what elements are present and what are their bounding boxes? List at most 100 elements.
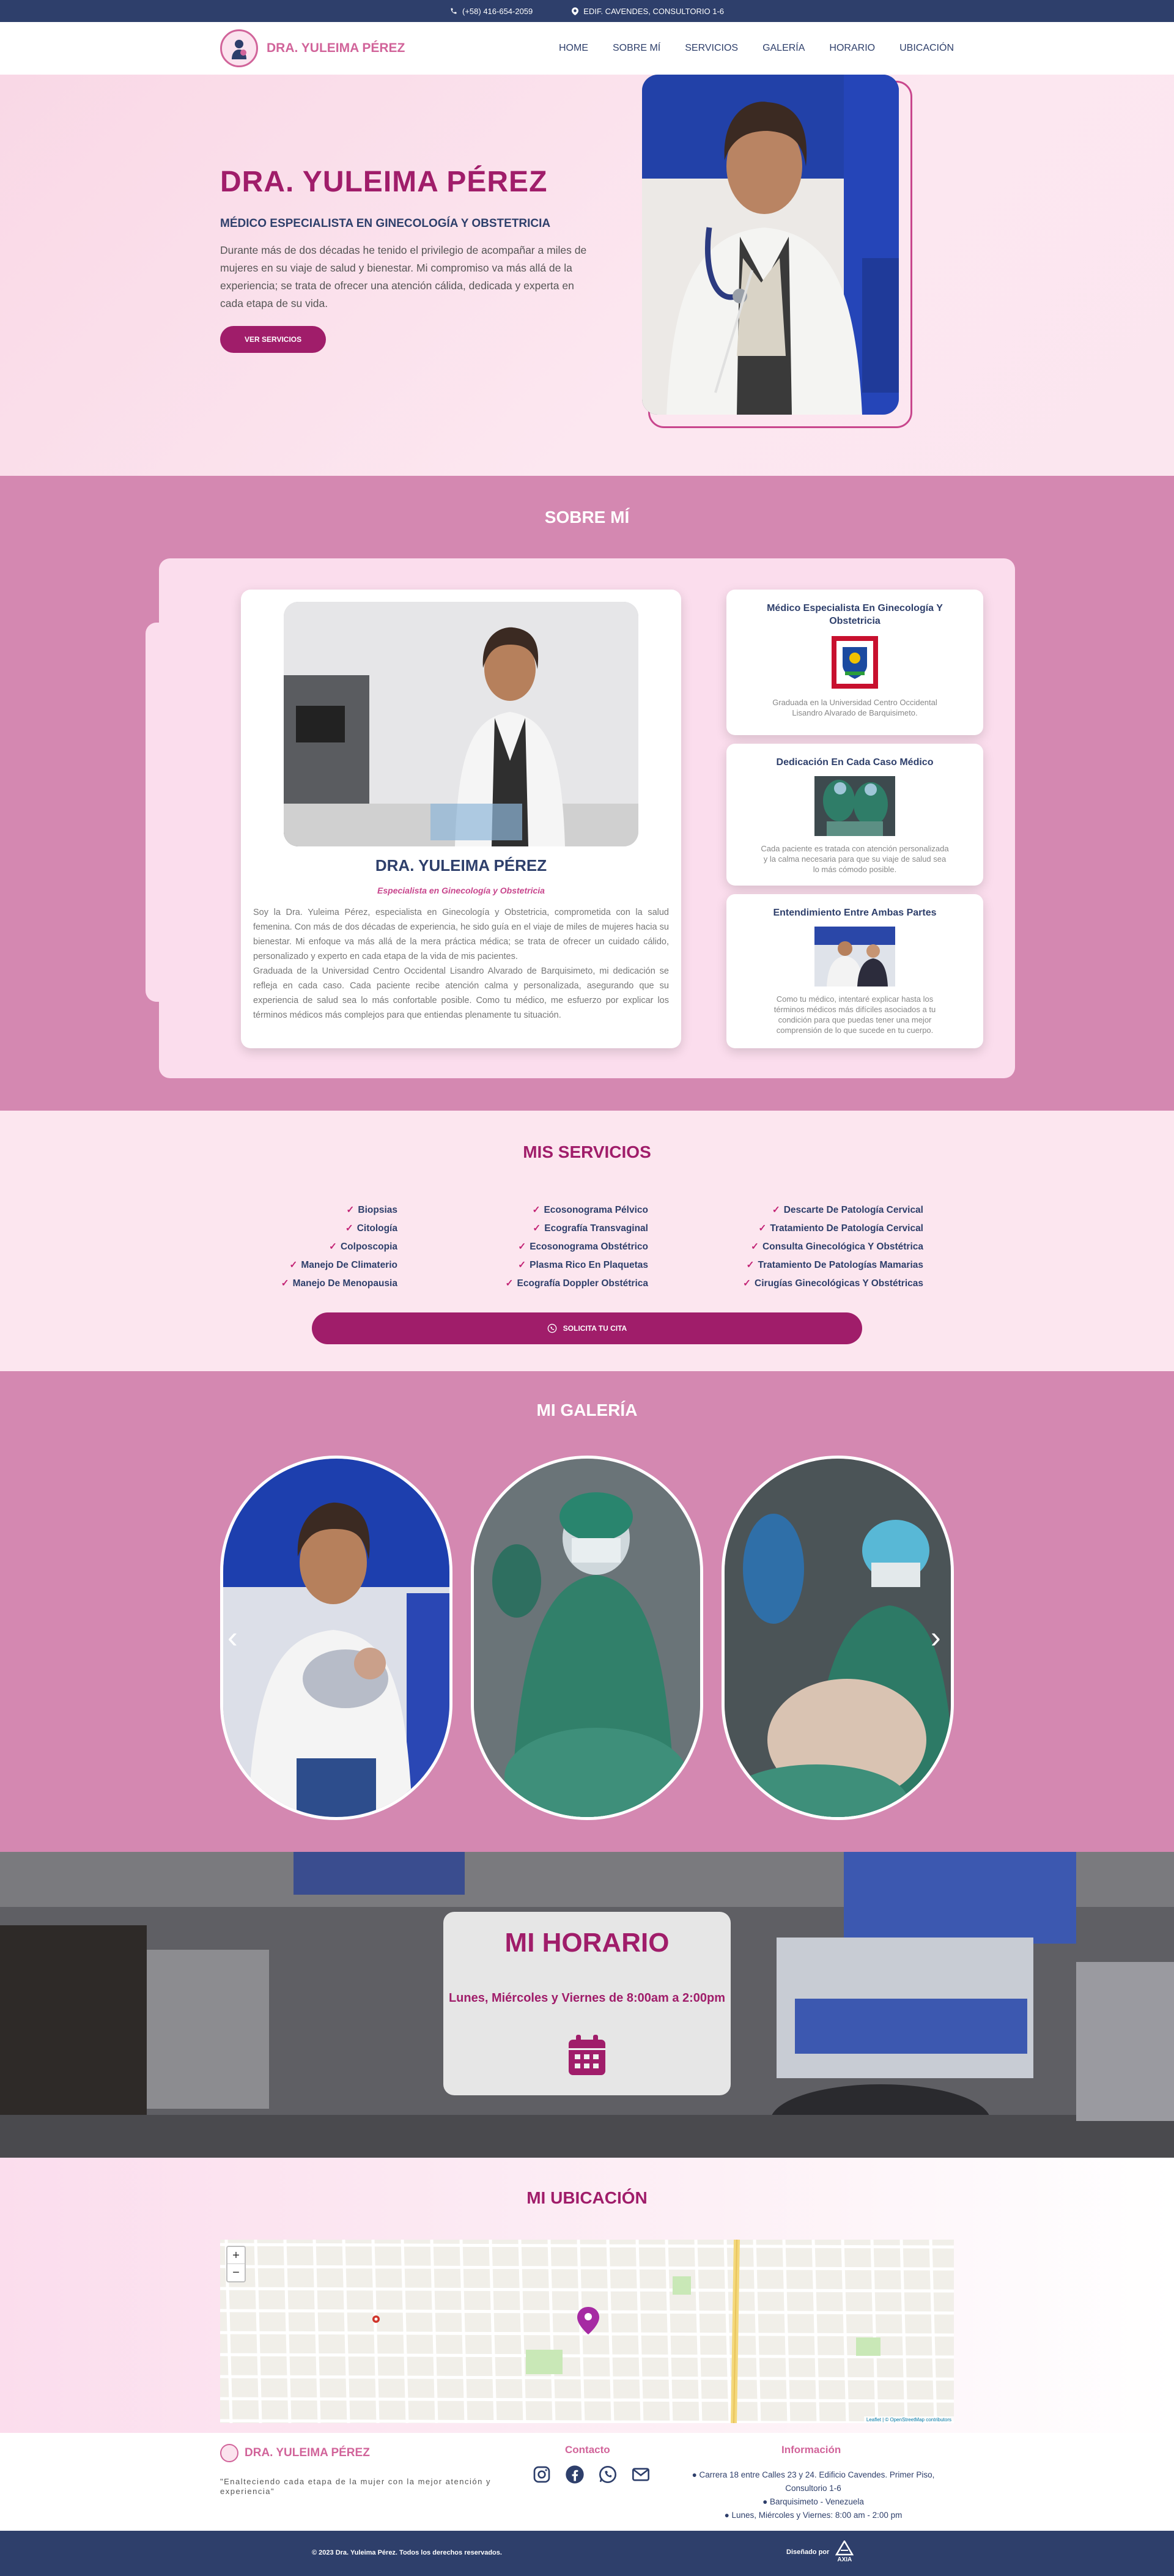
feature-text: Cada paciente es tratada con atención pe… xyxy=(761,844,949,874)
sobre-mi-section: SOBRE MÍ DRA. YULEIMA PÉREZ Especialista… xyxy=(0,476,1174,1111)
horario-section: MI HORARIO Lunes, Miércoles y Viernes de… xyxy=(0,1852,1174,2158)
address-text: EDIF. CAVENDES, CONSULTORIO 1-6 xyxy=(583,6,724,16)
bio-specialty: Especialista en Ginecología y Obstetrici… xyxy=(377,886,545,895)
service-item: ✓ Ecosonograma Pélvico xyxy=(532,1205,648,1215)
footer-address: ● Carrera 18 entre Calles 23 y 24. Edifi… xyxy=(692,2470,935,2493)
check-icon: ✓ xyxy=(518,1242,526,1252)
gallery-image-baby[interactable] xyxy=(220,1456,452,1820)
instagram-icon[interactable] xyxy=(532,2465,552,2487)
designer-credit[interactable]: Diseñado por AXIA xyxy=(786,2541,854,2563)
sobre-mi-title: SOBRE MÍ xyxy=(544,508,630,527)
nav-horario[interactable]: HORARIO xyxy=(829,43,875,54)
feature-text: Graduada en la Universidad Centro Occide… xyxy=(772,698,937,717)
patient-thumbnail xyxy=(814,927,895,986)
doctor-office-photo xyxy=(284,602,638,846)
designer-name: AXIA xyxy=(837,2556,852,2563)
top-bar: (+58) 416-654-2059 EDIF. CAVENDES, CONSU… xyxy=(0,0,1174,22)
solicita-cita-button[interactable]: SOLICITA TU CITA xyxy=(312,1312,862,1344)
bio-name: DRA. YULEIMA PÉREZ xyxy=(375,856,547,875)
gallery-image-surgery-1[interactable] xyxy=(471,1456,703,1820)
contacto-heading: Contacto xyxy=(565,2444,610,2456)
doctor-portrait xyxy=(642,75,899,415)
clock-icon: ● xyxy=(724,2511,729,2520)
footer-brand-name: DRA. YULEIMA PÉREZ xyxy=(245,2446,370,2459)
services-column-3: ✓ Descarte De Patología Cervical ✓ Tratami… xyxy=(697,1201,923,1293)
ubicacion-title: MI UBICACIÓN xyxy=(526,2188,648,2207)
address-info[interactable]: EDIF. CAVENDES, CONSULTORIO 1-6 xyxy=(572,7,724,16)
servicios-section: MIS SERVICIOS ✓ Biopsias ✓ Citología ✓ Colp… xyxy=(0,1111,1174,1371)
galeria-section: MI GALERÍA ‹ › xyxy=(0,1371,1174,1852)
zoom-out-button[interactable]: − xyxy=(227,2264,245,2281)
solicita-cita-label: SOLICITA TU CITA xyxy=(563,1324,627,1333)
service-item: ✓ Manejo De Climaterio xyxy=(289,1260,397,1270)
service-item: ✓ Cirugías Ginecológicas Y Obstétricas xyxy=(743,1278,923,1289)
map-attribution[interactable]: Leaflet | © OpenStreetMap contributors xyxy=(863,2416,954,2423)
check-icon: ✓ xyxy=(505,1278,514,1289)
email-icon[interactable] xyxy=(631,2465,651,2487)
main-nav: HOME SOBRE MÍ SERVICIOS GALERÍA HORARIO … xyxy=(559,43,954,54)
copyright-text: © 2023 Dra. Yuleima Pérez. Todos los der… xyxy=(312,2549,502,2556)
check-icon: ✓ xyxy=(532,1205,541,1215)
service-item: ✓ Colposcopia xyxy=(328,1242,397,1252)
footer-brand[interactable]: DRA. YULEIMA PÉREZ xyxy=(220,2444,370,2462)
nav-servicios[interactable]: SERVICIOS xyxy=(685,43,738,54)
hero-text: DRA. YULEIMA PÉREZ MÉDICO ESPECIALISTA E… xyxy=(220,165,593,353)
horario-title: MI HORARIO xyxy=(504,1928,670,1958)
phone-number: (+58) 416-654-2059 xyxy=(462,6,533,16)
servicios-title: MIS SERVICIOS xyxy=(523,1142,651,1161)
location-map[interactable]: + − Leaflet | © OpenStreetMap contributo… xyxy=(220,2240,954,2423)
zoom-in-button[interactable]: + xyxy=(227,2247,245,2264)
ubicacion-section: MI UBICACIÓN + − Leaflet | © OpenStreetM… xyxy=(0,2158,1174,2433)
nav-sobre-mi[interactable]: SOBRE MÍ xyxy=(613,43,660,54)
footer-city: ● Barquisimeto - Venezuela xyxy=(762,2497,864,2506)
service-item: ✓ Biopsias xyxy=(346,1205,397,1215)
service-item: ✓ Tratamiento De Patologías Mamarias xyxy=(746,1260,923,1270)
phone-info[interactable]: (+58) 416-654-2059 xyxy=(450,7,533,16)
axia-logo-icon xyxy=(835,2541,854,2556)
service-item: ✓ Ecografía Doppler Obstétrica xyxy=(505,1278,648,1289)
social-links xyxy=(532,2465,651,2487)
location-pin-icon xyxy=(572,7,579,15)
map-tiles xyxy=(220,2240,954,2423)
bio-paragraph-2: Graduada de la Universidad Centro Occide… xyxy=(253,966,669,1020)
check-icon: ✓ xyxy=(750,1242,759,1252)
gallery-prev-arrow[interactable]: ‹ xyxy=(227,1622,238,1653)
hero-description: Durante más de dos décadas he tenido el … xyxy=(220,244,587,309)
services-column-1: ✓ Biopsias ✓ Citología ✓ Colposcopia ✓ Manej… xyxy=(245,1201,397,1293)
feature-card-dedicacion: Dedicación En Cada Caso Médico Cada paci… xyxy=(726,744,983,886)
service-item: ✓ Consulta Ginecológica Y Obstétrica xyxy=(750,1242,923,1252)
surgery-thumbnail xyxy=(814,776,895,836)
service-item: ✓ Tratamiento De Patología Cervical xyxy=(758,1223,923,1234)
feature-title: Médico Especialista En Ginecología Y Obs… xyxy=(767,603,943,626)
nav-galeria[interactable]: GALERÍA xyxy=(762,43,805,54)
bio-card: DRA. YULEIMA PÉREZ Especialista en Ginec… xyxy=(241,590,681,1048)
gallery-image-surgery-2[interactable] xyxy=(722,1456,954,1820)
gallery-next-arrow[interactable]: › xyxy=(931,1622,941,1653)
feature-text: Como tu médico, intentaré explicar hasta… xyxy=(773,994,936,1035)
service-item: ✓ Manejo De Menopausia xyxy=(281,1278,397,1289)
hero-subtitle: MÉDICO ESPECIALISTA EN GINECOLOGÍA Y OBS… xyxy=(220,217,551,230)
service-item: ✓ Descarte De Patología Cervical xyxy=(772,1205,923,1215)
service-item: ✓ Citología xyxy=(345,1223,397,1234)
horario-card: MI HORARIO Lunes, Miércoles y Viernes de… xyxy=(443,1912,731,2095)
footer-logo xyxy=(220,2444,238,2462)
ver-servicios-button[interactable]: VER SERVICIOS xyxy=(220,326,327,353)
bio-text: Soy la Dra. Yuleima Pérez, especialista … xyxy=(253,905,669,1023)
bio-paragraph-1: Soy la Dra. Yuleima Pérez, especialista … xyxy=(253,908,669,961)
globe-icon: ● xyxy=(762,2497,768,2506)
brand-name: DRA. YULEIMA PÉREZ xyxy=(267,41,405,55)
check-icon: ✓ xyxy=(281,1278,289,1289)
nav-ubicacion[interactable]: UBICACIÓN xyxy=(899,43,954,54)
horario-days: Lunes, Miércoles y Viernes de 8:00am a 2… xyxy=(448,1991,726,2005)
bottom-bar: © 2023 Dra. Yuleima Pérez. Todos los der… xyxy=(0,2531,1174,2576)
location-pin-icon: ● xyxy=(692,2470,697,2479)
check-icon: ✓ xyxy=(533,1223,541,1234)
brand[interactable]: DRA. YULEIMA PÉREZ xyxy=(220,29,405,67)
check-icon: ✓ xyxy=(345,1223,353,1234)
designed-by-label: Diseñado por xyxy=(786,2548,830,2556)
whatsapp-icon xyxy=(547,1323,557,1333)
whatsapp-icon[interactable] xyxy=(598,2465,618,2487)
nav-home[interactable]: HOME xyxy=(559,43,588,54)
hero-section: DRA. YULEIMA PÉREZ MÉDICO ESPECIALISTA E… xyxy=(0,75,1174,476)
facebook-icon[interactable] xyxy=(565,2465,585,2487)
